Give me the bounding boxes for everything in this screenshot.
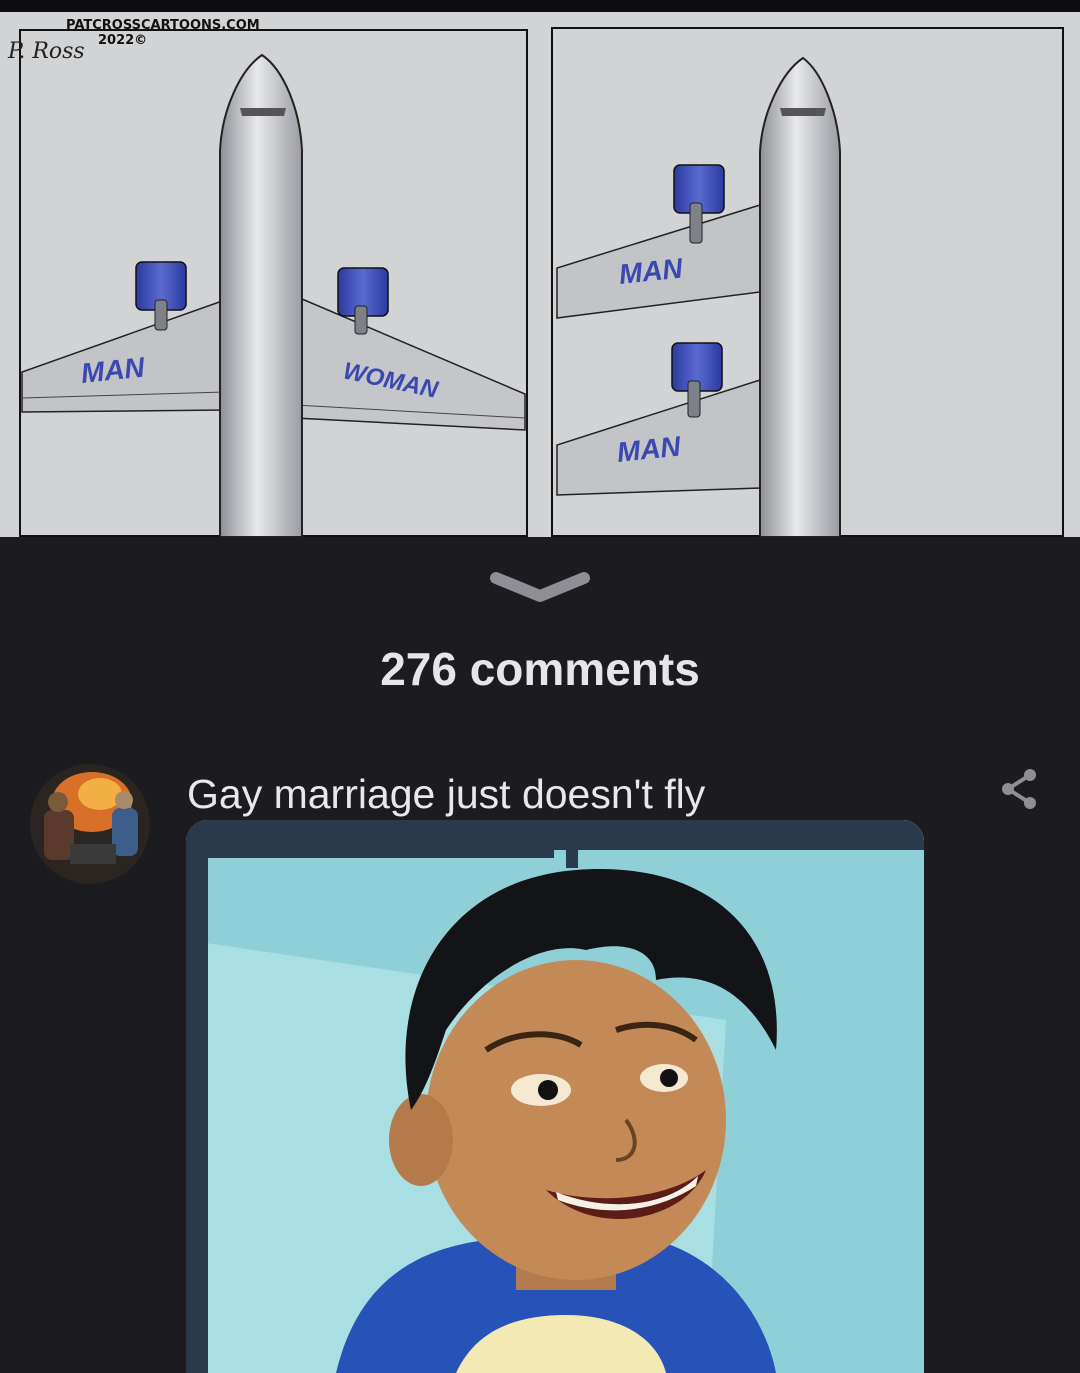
comment-text: Gay marriage just doesn't fly [187, 771, 706, 817]
credit-year: 2022© [98, 33, 148, 48]
comic-credit: PATCROSSCARTOONS.COM 2022© [8, 18, 260, 48]
avatar-image [30, 764, 150, 884]
cartoon-boy-image [186, 820, 924, 1373]
user-avatar[interactable] [30, 764, 150, 884]
comment-count: 276 comments [380, 643, 700, 695]
credit-site: PATCROSSCARTOONS.COM [66, 18, 260, 33]
comic-illustration: MAN WOMAN MAN MAN P. Ross [0, 12, 1080, 538]
post-image[interactable]: MAN WOMAN MAN MAN P. Ross PATCROSSCARTOO… [0, 0, 1080, 538]
chevron-down-icon[interactable] [488, 568, 592, 608]
comment-image[interactable] [186, 820, 924, 1373]
share-icon[interactable] [996, 765, 1044, 813]
